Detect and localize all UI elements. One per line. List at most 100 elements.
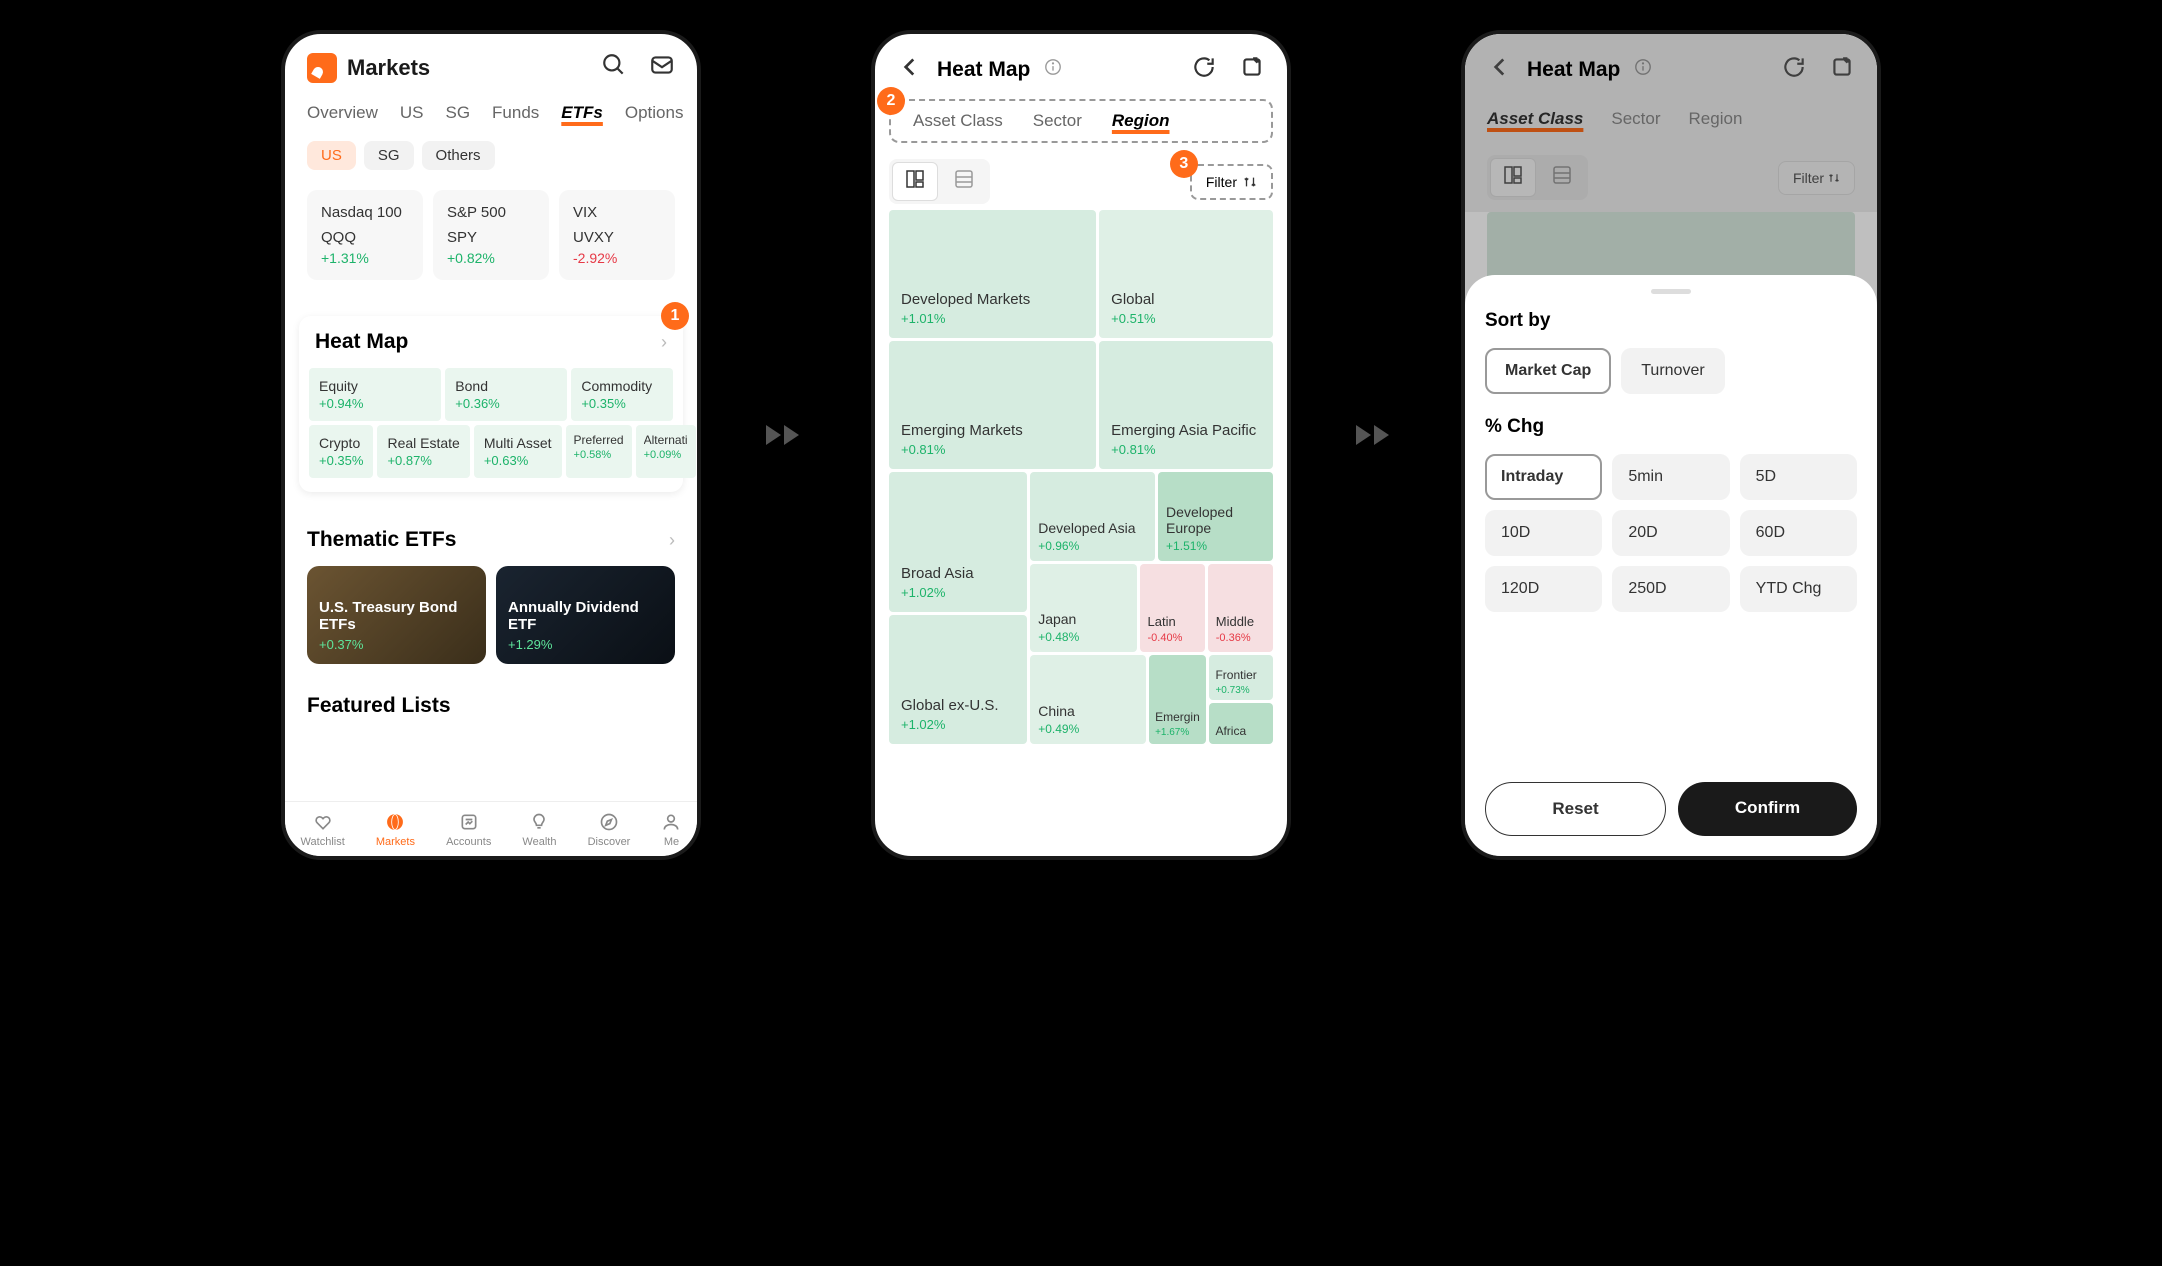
phone-filter-sheet: Heat Map Asset Class Sector Region Filte… <box>1461 30 1881 860</box>
tab-etfs[interactable]: ETFs <box>561 103 603 123</box>
treemap-cell[interactable]: Developed Asia +0.96% <box>1030 472 1155 561</box>
chg-20d[interactable]: 20D <box>1612 510 1729 556</box>
treemap-cell[interactable]: Emerging Asia Pacific +0.81% <box>1099 341 1273 469</box>
treemap-cell[interactable]: China +0.49% <box>1030 655 1146 744</box>
view-toggle <box>889 159 990 204</box>
index-cards: Nasdaq 100 QQQ +1.31% S&P 500 SPY +0.82%… <box>285 178 697 292</box>
tab-options[interactable]: Options <box>625 103 684 123</box>
callout-2: 2 <box>877 87 905 115</box>
search-icon[interactable] <box>601 52 627 83</box>
heatmap-cell[interactable]: Commodity +0.35% <box>571 368 673 421</box>
chevron-right-icon: › <box>669 530 675 551</box>
bottom-nav: Watchlist Markets Accounts Wealth Discov… <box>285 801 697 856</box>
filter-sheet: Sort by Market Cap Turnover % Chg Intrad… <box>1465 275 1877 856</box>
nav-markets[interactable]: Markets <box>376 812 415 848</box>
thematic-card[interactable]: Annually Dividend ETF +1.29% <box>496 566 675 664</box>
arrow-right-icon <box>1351 410 1401 460</box>
heatmap-cell[interactable]: Bond +0.36% <box>445 368 567 421</box>
tab-us[interactable]: US <box>400 103 424 123</box>
chg-5d[interactable]: 5D <box>1740 454 1857 500</box>
index-change: -2.92% <box>573 250 661 266</box>
confirm-button[interactable]: Confirm <box>1678 782 1857 836</box>
chip-us[interactable]: US <box>307 141 356 170</box>
treemap-cell[interactable]: Global +0.51% <box>1099 210 1273 338</box>
heatmap-section[interactable]: 1 Heat Map › Equity +0.94% Bond +0.36% <box>299 316 683 492</box>
tab-overview[interactable]: Overview <box>307 103 378 123</box>
treemap-cell[interactable]: Developed Markets +1.01% <box>889 210 1096 338</box>
heatmap-cell[interactable]: Alternati +0.09% <box>636 425 696 478</box>
treemap-cell[interactable]: Frontier +0.73% <box>1209 655 1273 699</box>
header: Heat Map <box>875 34 1287 95</box>
refresh-icon[interactable] <box>1191 54 1217 85</box>
index-change: +1.31% <box>321 250 409 266</box>
treemap-cell[interactable]: Japan +0.48% <box>1030 564 1136 653</box>
page-title: Heat Map <box>937 58 1030 82</box>
chg-60d[interactable]: 60D <box>1740 510 1857 556</box>
nav-watchlist[interactable]: Watchlist <box>301 812 345 848</box>
treemap: Developed Markets +1.01% Global +0.51% E… <box>875 210 1287 744</box>
list-view-icon[interactable] <box>941 162 987 201</box>
filter-button[interactable]: Filter <box>1190 164 1273 200</box>
heatmap-title: Heat Map <box>315 330 408 354</box>
index-name: VIX <box>573 204 661 221</box>
treemap-cell[interactable]: Broad Asia +1.02% <box>889 472 1027 612</box>
treemap-cell[interactable]: Africa <box>1209 703 1273 744</box>
index-card[interactable]: VIX UVXY -2.92% <box>559 190 675 280</box>
index-name: Nasdaq 100 <box>321 204 409 221</box>
thematic-title: Thematic ETFs <box>307 528 456 552</box>
toolbar: 3 Filter <box>875 147 1287 210</box>
treemap-view-icon[interactable] <box>892 162 938 201</box>
phone-heatmap: Heat Map 2 Asset Class Sector Region 3 F… <box>871 30 1291 860</box>
app-logo-icon <box>307 53 337 83</box>
thematic-card[interactable]: U.S. Treasury Bond ETFs +0.37% <box>307 566 486 664</box>
back-icon[interactable] <box>897 54 923 85</box>
chg-intraday[interactable]: Intraday <box>1485 454 1602 500</box>
nav-me[interactable]: Me <box>661 812 681 848</box>
tab-sector[interactable]: Sector <box>1033 111 1082 131</box>
chg-ytd[interactable]: YTD Chg <box>1740 566 1857 612</box>
nav-wealth[interactable]: Wealth <box>522 812 556 848</box>
index-ticker: UVXY <box>573 229 661 246</box>
treemap-cell[interactable]: Developed Europe +1.51% <box>1158 472 1273 561</box>
chg-120d[interactable]: 120D <box>1485 566 1602 612</box>
callout-3: 3 <box>1170 150 1198 178</box>
treemap-cell[interactable]: Emerging Markets +0.81% <box>889 341 1096 469</box>
chip-sg[interactable]: SG <box>364 141 414 170</box>
region-chips: US SG Others <box>285 133 697 178</box>
chg-5min[interactable]: 5min <box>1612 454 1729 500</box>
featured-header[interactable]: Featured Lists <box>285 664 697 726</box>
share-icon[interactable] <box>1239 54 1265 85</box>
mail-icon[interactable] <box>649 52 675 83</box>
sheet-drag-handle[interactable] <box>1651 289 1691 294</box>
heatmap-cell[interactable]: Equity +0.94% <box>309 368 441 421</box>
tab-region[interactable]: Region <box>1112 111 1170 131</box>
tab-sg[interactable]: SG <box>445 103 470 123</box>
thematic-cards: U.S. Treasury Bond ETFs +0.37% Annually … <box>285 566 697 664</box>
index-change: +0.82% <box>447 250 535 266</box>
chip-others[interactable]: Others <box>422 141 495 170</box>
nav-discover[interactable]: Discover <box>588 812 631 848</box>
treemap-cell[interactable]: Global ex-U.S. +1.02% <box>889 615 1027 744</box>
chg-10d[interactable]: 10D <box>1485 510 1602 556</box>
tab-asset-class[interactable]: Asset Class <box>913 111 1003 131</box>
thematic-header[interactable]: Thematic ETFs › <box>285 506 697 566</box>
nav-accounts[interactable]: Accounts <box>446 812 491 848</box>
sort-by-title: Sort by <box>1485 310 1857 332</box>
index-name: S&P 500 <box>447 204 535 221</box>
treemap-cell[interactable]: Emergin +1.67% <box>1149 655 1206 744</box>
info-icon[interactable] <box>1044 58 1062 81</box>
sort-market-cap[interactable]: Market Cap <box>1485 348 1611 394</box>
heatmap-cell[interactable]: Real Estate +0.87% <box>377 425 469 478</box>
sort-turnover[interactable]: Turnover <box>1621 348 1724 394</box>
tab-funds[interactable]: Funds <box>492 103 539 123</box>
reset-button[interactable]: Reset <box>1485 782 1666 836</box>
treemap-cell[interactable]: Latin -0.40% <box>1140 564 1205 653</box>
heatmap-cell[interactable]: Multi Asset +0.63% <box>474 425 562 478</box>
chg-250d[interactable]: 250D <box>1612 566 1729 612</box>
heatmap-cell[interactable]: Preferred +0.58% <box>566 425 632 478</box>
category-tabs: Overview US SG Funds ETFs Options JP <box>285 93 697 133</box>
index-card[interactable]: S&P 500 SPY +0.82% <box>433 190 549 280</box>
treemap-cell[interactable]: Middle -0.36% <box>1208 564 1273 653</box>
index-card[interactable]: Nasdaq 100 QQQ +1.31% <box>307 190 423 280</box>
heatmap-cell[interactable]: Crypto +0.35% <box>309 425 373 478</box>
